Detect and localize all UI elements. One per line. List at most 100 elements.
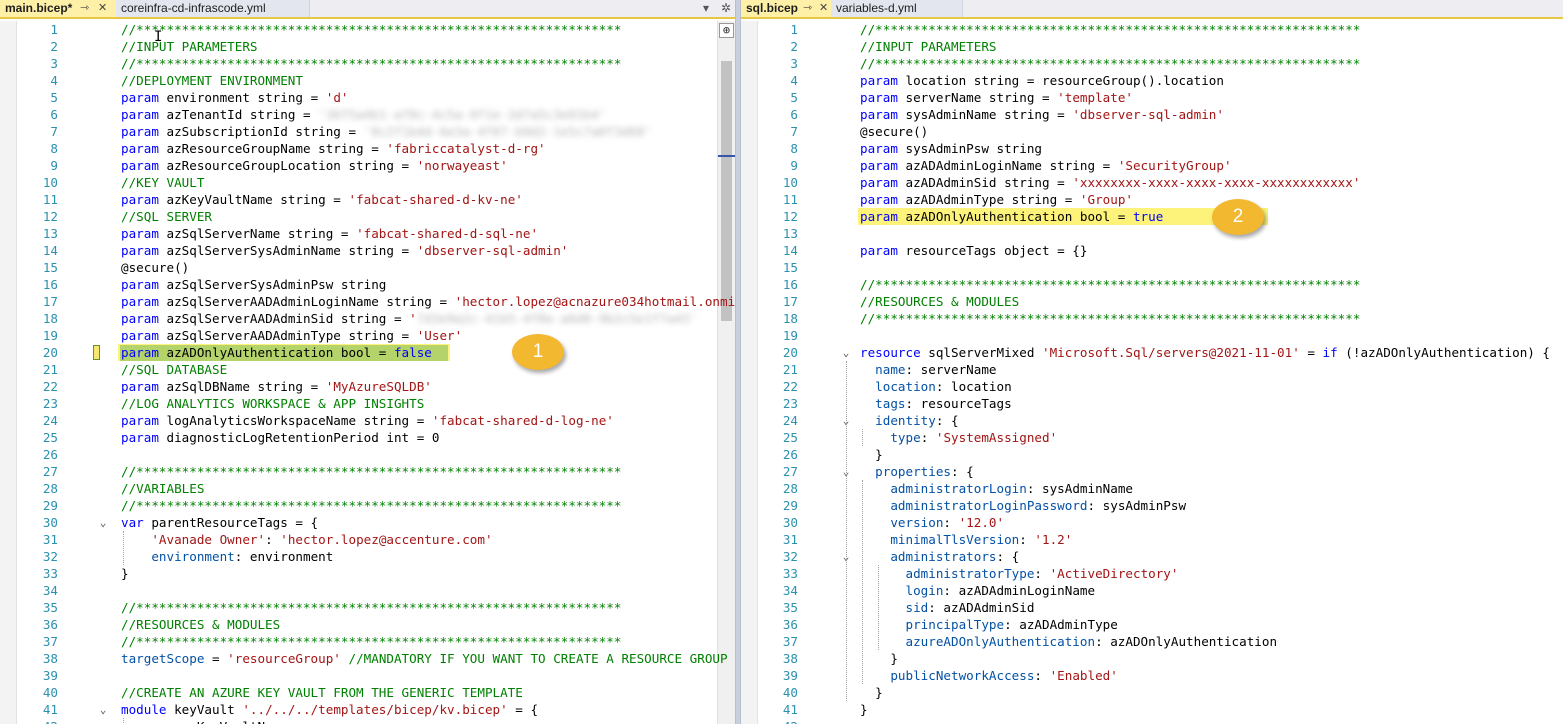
code-line[interactable]: 2 //INPUT PARAMETERS bbox=[0, 38, 735, 55]
code-line[interactable]: 25 param diagnosticLogRetentionPeriod int… bbox=[0, 429, 735, 446]
code-line[interactable]: 23 tags: resourceTags bbox=[741, 395, 1563, 412]
code-line[interactable]: 16 //************************************… bbox=[741, 276, 1563, 293]
close-icon[interactable]: ✕ bbox=[819, 0, 828, 17]
code-line[interactable]: 26 } bbox=[741, 446, 1563, 463]
code-line[interactable]: 34 login: azADAdminLoginName bbox=[741, 582, 1563, 599]
code-line[interactable]: 24 param logAnalyticsWorkspaceName string… bbox=[0, 412, 735, 429]
code-line[interactable]: 24 ⌄ identity: { bbox=[741, 412, 1563, 429]
code-line[interactable]: 31 'Avanade Owner': 'hector.lopez@accent… bbox=[0, 531, 735, 548]
code-line[interactable]: 2 //INPUT PARAMETERS bbox=[741, 38, 1563, 55]
pin-icon[interactable]: ⇾ bbox=[803, 0, 812, 17]
code-line[interactable]: 36 principalType: azADAdminType bbox=[741, 616, 1563, 633]
code-line[interactable]: 19 bbox=[741, 327, 1563, 344]
code-line[interactable]: 29 administratorLoginPassword: sysAdminP… bbox=[741, 497, 1563, 514]
code-line[interactable]: 20 ⌄ resource sqlServerMixed 'Microsoft.Sq… bbox=[741, 344, 1563, 361]
code-line[interactable]: 37 //************************************… bbox=[0, 633, 735, 650]
code-line[interactable]: 33} bbox=[0, 565, 735, 582]
chevron-down-icon[interactable]: ▾ bbox=[703, 0, 709, 17]
code-line[interactable]: 40 //CREATE AN AZURE KEY VAULT FROM THE G… bbox=[0, 684, 735, 701]
code-line[interactable]: 27 //************************************… bbox=[0, 463, 735, 480]
code-line[interactable]: 39 bbox=[0, 667, 735, 684]
code-line[interactable]: 31 minimalTlsVersion: '1.2' bbox=[741, 531, 1563, 548]
tab-coreinfra-cd-infrascode[interactable]: coreinfra-cd-infrascode.yml bbox=[116, 0, 310, 17]
code-line[interactable]: 27 ⌄ properties: { bbox=[741, 463, 1563, 480]
code-line[interactable]: 28 administratorLogin: sysAdminName bbox=[741, 480, 1563, 497]
code-line[interactable]: 20 param azADOnlyAuthentication bool = fa… bbox=[0, 344, 735, 361]
code-line[interactable]: 35 //************************************… bbox=[0, 599, 735, 616]
code-line[interactable]: 3 //*************************************… bbox=[741, 55, 1563, 72]
code-line[interactable]: 29 //************************************… bbox=[0, 497, 735, 514]
tab-sql-bicep[interactable]: sql.bicep ⇾ ✕ bbox=[741, 0, 831, 17]
tab-variables-d-yml[interactable]: variables-d.yml bbox=[831, 0, 963, 17]
code-line[interactable]: 18 //************************************… bbox=[741, 310, 1563, 327]
code-line[interactable]: 5 param environment string = 'd' bbox=[0, 89, 735, 106]
code-line[interactable]: 11 param azADAdminType string = 'Group' bbox=[741, 191, 1563, 208]
fold-chevron-icon[interactable]: ⌄ bbox=[840, 344, 852, 361]
code-line[interactable]: 19 param azSqlServerAADAdminType string =… bbox=[0, 327, 735, 344]
code-line[interactable]: 9 param azResourceGroupLocation string = … bbox=[0, 157, 735, 174]
code-line[interactable]: 7 @secure() bbox=[741, 123, 1563, 140]
code-line[interactable]: 13 bbox=[741, 225, 1563, 242]
code-line[interactable]: 8 param sysAdminPsw string bbox=[741, 140, 1563, 157]
code-line[interactable]: 41 ⌄ module keyVault '../../../templates/b… bbox=[0, 701, 735, 718]
code-line[interactable]: 14 param azSqlServerSysAdminName string =… bbox=[0, 242, 735, 259]
code-line[interactable]: 37 azureADOnlyAuthentication: azADOnlyAu… bbox=[741, 633, 1563, 650]
code-line[interactable]: 1 //*************************************… bbox=[0, 21, 735, 38]
code-line[interactable]: 32 ⌄ administrators: { bbox=[741, 548, 1563, 565]
code-line[interactable]: 12 param azADOnlyAuthentication bool = tr… bbox=[741, 208, 1563, 225]
code-line[interactable]: 13 param azSqlServerName string = 'fabcat… bbox=[0, 225, 735, 242]
code-line[interactable]: 15 bbox=[741, 259, 1563, 276]
code-line[interactable]: 12 //SQL SERVER bbox=[0, 208, 735, 225]
code-line[interactable]: 21 //SQL DATABASE bbox=[0, 361, 735, 378]
code-line[interactable]: 16 param azSqlServerSysAdminPsw string bbox=[0, 276, 735, 293]
code-line[interactable]: 32 environment: environment bbox=[0, 548, 735, 565]
code-line[interactable]: 5 param serverName string = 'template' bbox=[741, 89, 1563, 106]
code-line[interactable]: 1 //*************************************… bbox=[741, 21, 1563, 38]
code-line[interactable]: 3 //*************************************… bbox=[0, 55, 735, 72]
code-line[interactable]: 30 ⌄ var parentResourceTags = { bbox=[0, 514, 735, 531]
code-line[interactable]: 4 param location string = resourceGroup()… bbox=[741, 72, 1563, 89]
code-line[interactable]: 22 location: location bbox=[741, 378, 1563, 395]
code-line[interactable]: 11 param azKeyVaultName string = 'fabcat-… bbox=[0, 191, 735, 208]
pin-icon[interactable]: ⇾ bbox=[80, 0, 89, 17]
fold-chevron-icon[interactable]: ⌄ bbox=[97, 701, 109, 718]
code-line[interactable]: 42 name: azKeyVaultName bbox=[0, 718, 735, 724]
tab-main-bicep[interactable]: main.bicep* ⇾ ✕ bbox=[0, 0, 116, 17]
code-line[interactable]: 4 //DEPLOYMENT ENVIRONMENT bbox=[0, 72, 735, 89]
code-line[interactable]: 26 bbox=[0, 446, 735, 463]
close-icon[interactable]: ✕ bbox=[98, 0, 107, 17]
code-line[interactable]: 23 //LOG ANALYTICS WORKSPACE & APP INSIGH… bbox=[0, 395, 735, 412]
code-editor-left[interactable]: ⊕ 1//***********************************… bbox=[0, 21, 735, 724]
code-line[interactable]: 41} bbox=[741, 701, 1563, 718]
fold-chevron-icon[interactable]: ⌄ bbox=[97, 514, 109, 531]
code-line[interactable]: 17 //RESOURCES & MODULES bbox=[741, 293, 1563, 310]
gear-icon[interactable]: ✲ bbox=[721, 0, 731, 17]
code-line[interactable]: 18 param azSqlServerAADAdminSid string = … bbox=[0, 310, 735, 327]
code-line[interactable]: 21 name: serverName bbox=[741, 361, 1563, 378]
code-line[interactable]: 36 //RESOURCES & MODULES bbox=[0, 616, 735, 633]
code-line[interactable]: 38 } bbox=[741, 650, 1563, 667]
code-editor-right[interactable]: 1 //*************************************… bbox=[741, 21, 1563, 724]
code-line[interactable]: 40 } bbox=[741, 684, 1563, 701]
code-line[interactable]: 38 targetScope = 'resourceGroup' //MANDAT… bbox=[0, 650, 735, 667]
code-line[interactable]: 9 param azADAdminLoginName string = 'Secu… bbox=[741, 157, 1563, 174]
code-line[interactable]: 35 sid: azADAdminSid bbox=[741, 599, 1563, 616]
code-token: 'd' bbox=[325, 90, 349, 105]
code-line[interactable]: 6 param azTenantId string = '36f5a4b1-af0… bbox=[0, 106, 735, 123]
code-line[interactable]: 25 type: 'SystemAssigned' bbox=[741, 429, 1563, 446]
code-line[interactable]: 34 bbox=[0, 582, 735, 599]
code-line[interactable]: 42 bbox=[741, 718, 1563, 724]
code-line[interactable]: 8 param azResourceGroupName string = 'fab… bbox=[0, 140, 735, 157]
code-line[interactable]: 6 param sysAdminName string = 'dbserver-s… bbox=[741, 106, 1563, 123]
code-line[interactable]: 10 //KEY VAULT bbox=[0, 174, 735, 191]
code-line[interactable]: 14 param resourceTags object = {} bbox=[741, 242, 1563, 259]
code-line[interactable]: 15 @secure() bbox=[0, 259, 735, 276]
code-line[interactable]: 39 publicNetworkAccess: 'Enabled' bbox=[741, 667, 1563, 684]
code-line[interactable]: 33 administratorType: 'ActiveDirectory' bbox=[741, 565, 1563, 582]
code-line[interactable]: 22 param azSqlDBName string = 'MyAzureSQL… bbox=[0, 378, 735, 395]
code-line[interactable]: 7 param azSubscriptionId string = '8c2f1b… bbox=[0, 123, 735, 140]
code-line[interactable]: 30 version: '12.0' bbox=[741, 514, 1563, 531]
code-line[interactable]: 10 param azADAdminSid string = 'xxxxxxxx-… bbox=[741, 174, 1563, 191]
code-line[interactable]: 28 //VARIABLES bbox=[0, 480, 735, 497]
code-line[interactable]: 17 param azSqlServerAADAdminLoginName str… bbox=[0, 293, 735, 310]
